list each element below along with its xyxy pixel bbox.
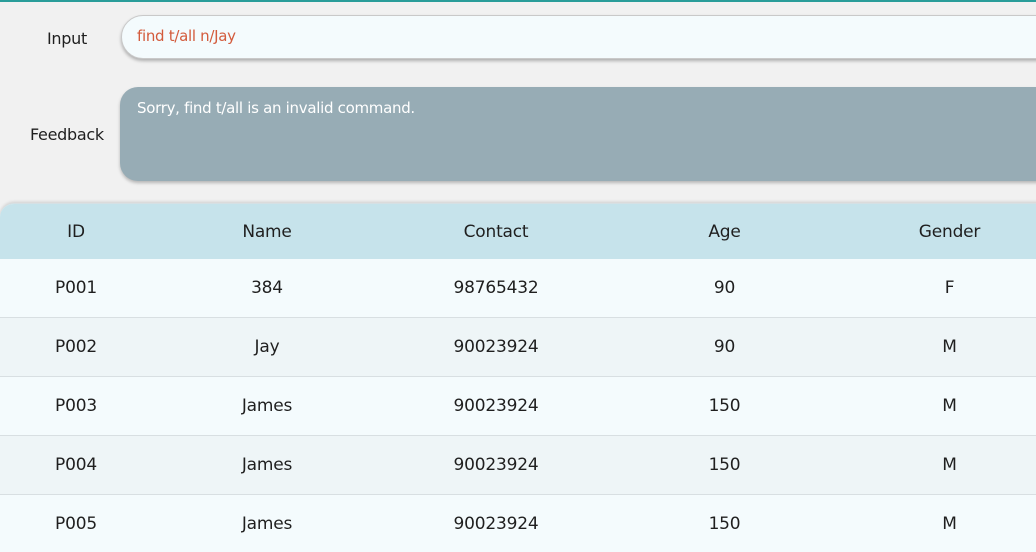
table-header: ID Name Contact Age Gender bbox=[0, 204, 1036, 259]
feedback-display: Sorry, find t/all is an invalid command. bbox=[120, 87, 1036, 181]
patient-table: ID Name Contact Age Gender P001 384 9876… bbox=[0, 203, 1036, 552]
cell-name: James bbox=[241, 455, 293, 475]
cell-age: 150 bbox=[708, 455, 741, 475]
table-row[interactable]: P003 James 90023924 150 M bbox=[0, 377, 1036, 436]
cell-id: P004 bbox=[55, 455, 97, 475]
cell-id: P001 bbox=[55, 278, 97, 298]
table-row[interactable]: P005 James 90023924 150 M bbox=[0, 495, 1036, 552]
cell-gender: M bbox=[942, 396, 957, 416]
cell-name: James bbox=[241, 514, 293, 534]
feedback-label: Feedback bbox=[30, 125, 104, 144]
cell-name: James bbox=[241, 396, 293, 416]
cell-age: 90 bbox=[713, 278, 736, 298]
cell-gender: M bbox=[942, 337, 957, 357]
table-row[interactable]: P004 James 90023924 150 M bbox=[0, 436, 1036, 495]
table-row[interactable]: P001 384 98765432 90 F bbox=[0, 259, 1036, 318]
column-header-age[interactable]: Age bbox=[610, 204, 839, 259]
cell-age: 150 bbox=[708, 396, 741, 416]
top-accent-line bbox=[0, 0, 1036, 2]
table-row[interactable]: P002 Jay 90023924 90 M bbox=[0, 318, 1036, 377]
column-header-name[interactable]: Name bbox=[152, 204, 382, 259]
cell-name: 384 bbox=[251, 278, 283, 298]
cell-age: 150 bbox=[708, 514, 741, 534]
cell-id: P003 bbox=[55, 396, 97, 416]
column-header-gender[interactable]: Gender bbox=[839, 204, 1036, 259]
cell-gender: M bbox=[942, 455, 957, 475]
cell-contact: 90023924 bbox=[453, 337, 539, 357]
app-window: Input find t/all n/Jay Feedback Sorry, f… bbox=[0, 0, 1036, 552]
cell-id: P002 bbox=[55, 337, 97, 357]
cell-id: P005 bbox=[55, 514, 97, 534]
cell-name: Jay bbox=[254, 337, 280, 357]
cell-contact: 90023924 bbox=[453, 455, 539, 475]
cell-contact: 90023924 bbox=[453, 396, 539, 416]
input-label: Input bbox=[47, 29, 87, 48]
command-input[interactable]: find t/all n/Jay bbox=[121, 15, 1036, 59]
column-header-contact[interactable]: Contact bbox=[382, 204, 610, 259]
cell-gender: M bbox=[942, 514, 957, 534]
cell-contact: 90023924 bbox=[453, 514, 539, 534]
column-header-id[interactable]: ID bbox=[0, 204, 152, 259]
cell-gender: F bbox=[944, 278, 955, 298]
cell-age: 90 bbox=[713, 337, 736, 357]
cell-contact: 98765432 bbox=[453, 278, 539, 298]
